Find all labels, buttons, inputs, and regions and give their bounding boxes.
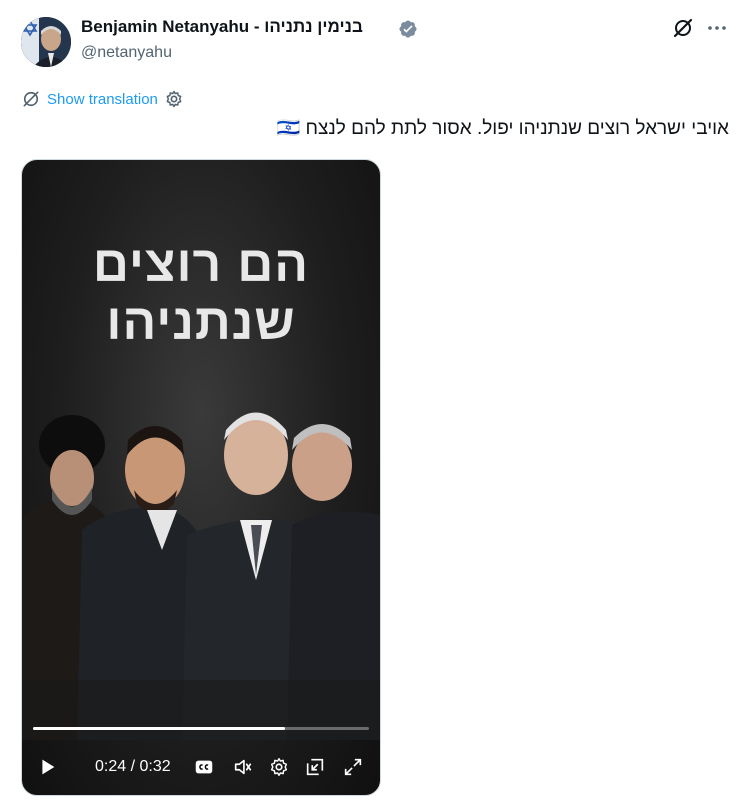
translate-icon — [23, 91, 39, 107]
fullscreen-icon[interactable] — [342, 756, 364, 778]
author-name[interactable]: Benjamin Netanyahu - בנימין נתניהו — [81, 17, 363, 37]
gear-icon[interactable] — [164, 89, 184, 109]
volume-icon[interactable] — [232, 756, 254, 778]
video-frame-people — [22, 412, 380, 740]
grok-icon[interactable] — [671, 16, 695, 40]
video-time: 0:24 / 0:32 — [95, 758, 171, 775]
translation-row: Show translation — [21, 88, 184, 110]
pip-icon[interactable] — [304, 756, 326, 778]
video-player[interactable]: הם רוצים שנתניהו 0:24 / 0:32 — [21, 159, 381, 796]
video-overlay-title: הם רוצים שנתניהו — [22, 235, 380, 351]
settings-icon[interactable] — [268, 756, 290, 778]
play-icon[interactable] — [36, 756, 58, 778]
video-overlay-title-line1: הם רוצים — [92, 236, 310, 292]
video-overlay-title-line2: שנתניהו — [106, 294, 296, 350]
video-controls: 0:24 / 0:32 — [22, 748, 380, 784]
more-icon[interactable] — [705, 16, 729, 40]
show-translation-link[interactable]: Show translation — [47, 91, 158, 108]
avatar[interactable] — [21, 17, 71, 67]
captions-icon[interactable] — [193, 756, 215, 778]
author-handle[interactable]: @netanyahu — [81, 44, 172, 62]
avatar-photo — [21, 17, 71, 67]
video-progress-bar[interactable] — [33, 727, 369, 730]
tweet-text: אויבי ישראל רוצים שנתניהו יפול. אסור לתת… — [276, 118, 729, 139]
verified-badge-icon — [399, 20, 417, 38]
video-progress-fill — [33, 727, 285, 730]
